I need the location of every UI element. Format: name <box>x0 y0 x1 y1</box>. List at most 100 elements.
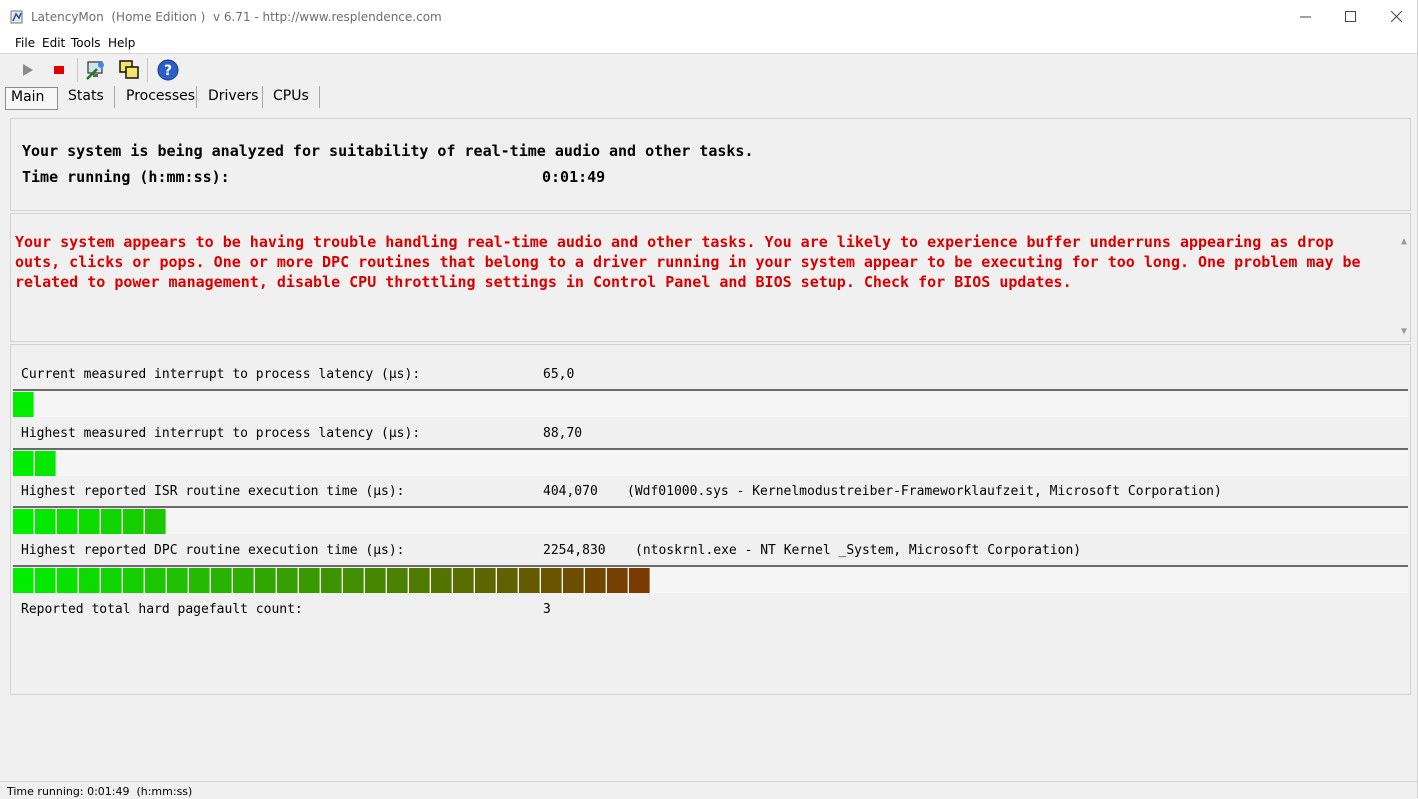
play-icon <box>23 64 33 76</box>
close-icon <box>1391 11 1403 23</box>
bar-fill <box>13 568 650 593</box>
metric-value: 2254,830 <box>543 543 606 558</box>
help-button[interactable]: ? <box>156 58 180 82</box>
bar-segment <box>409 568 430 593</box>
bar-segment <box>35 509 56 534</box>
bar-segment <box>211 568 232 593</box>
toolbar-separator <box>77 58 78 82</box>
dpc-bar <box>13 565 1408 593</box>
bar-segment <box>13 451 34 476</box>
bar-segment <box>475 568 496 593</box>
bar-segment <box>79 509 100 534</box>
metric-label: Highest reported ISR routine execution t… <box>21 484 405 499</box>
bar-segment <box>431 568 452 593</box>
scroll-down-icon[interactable]: ▼ <box>1401 326 1407 337</box>
bar-segment <box>255 568 276 593</box>
tab-strip: Main Stats Processes Drivers CPUs <box>0 84 1418 110</box>
maximize-button[interactable] <box>1328 0 1374 34</box>
minimize-button[interactable] <box>1283 0 1329 34</box>
warning-panel: Your system appears to be having trouble… <box>10 213 1411 342</box>
menu-help[interactable]: Help <box>108 36 135 50</box>
bar-segment <box>563 568 584 593</box>
status-bar: Time running: 0:01:49 (h:mm:ss) <box>0 781 1418 799</box>
tab-main[interactable]: Main <box>5 87 58 110</box>
windows-button[interactable] <box>117 58 141 82</box>
toolbar: ? <box>0 54 1418 84</box>
scroll-up-icon[interactable]: ▲ <box>1401 236 1407 247</box>
tab-cpus[interactable]: CPUs <box>273 87 309 108</box>
app-icon <box>10 10 23 24</box>
stop-button[interactable] <box>47 58 71 82</box>
bar-segment <box>35 568 56 593</box>
metric-label: Highest measured interrupt to process la… <box>21 426 421 441</box>
bar-segment <box>277 568 298 593</box>
help-icon: ? <box>157 59 179 81</box>
bar-fill <box>13 451 56 476</box>
start-button[interactable] <box>16 58 40 82</box>
bar-segment <box>123 568 144 593</box>
tab-separator <box>319 86 320 108</box>
menu-file[interactable]: File <box>15 36 35 50</box>
metric-detail: (ntoskrnl.exe - NT Kernel _System, Micro… <box>635 543 1082 558</box>
bar-fill <box>13 509 166 534</box>
minimize-icon <box>1300 16 1311 18</box>
bar-segment <box>145 509 166 534</box>
latency-bar <box>13 448 1408 476</box>
windows-icon <box>119 60 139 79</box>
bar-segment <box>343 568 364 593</box>
bar-segment <box>519 568 540 593</box>
bar-segment <box>13 568 34 593</box>
monitor-icon <box>86 61 104 80</box>
metric-value: 88,70 <box>543 426 583 441</box>
metric-label: Highest reported DPC routine execution t… <box>21 543 405 558</box>
menu-tools[interactable]: Tools <box>71 36 101 50</box>
bar-segment <box>541 568 562 593</box>
warning-message: Your system appears to be having trouble… <box>15 233 1361 291</box>
bar-segment <box>167 568 188 593</box>
bar-segment <box>453 568 474 593</box>
tab-separator <box>196 86 197 108</box>
bar-segment <box>321 568 342 593</box>
metric-value: 404,070 <box>543 484 598 499</box>
bar-segment <box>101 568 122 593</box>
tab-separator <box>114 86 115 108</box>
toolbar-separator <box>147 58 148 82</box>
bar-segment <box>79 568 100 593</box>
bar-segment <box>585 568 606 593</box>
tab-stats[interactable]: Stats <box>68 87 104 108</box>
bar-segment <box>35 451 56 476</box>
svg-text:?: ? <box>164 63 172 79</box>
bar-segment <box>13 509 34 534</box>
bar-segment <box>57 509 78 534</box>
bar-segment <box>189 568 210 593</box>
bar-segment <box>299 568 320 593</box>
monitor-button[interactable] <box>84 58 108 82</box>
bar-segment <box>57 568 78 593</box>
bar-segment <box>497 568 518 593</box>
bar-segment <box>13 392 34 417</box>
maximize-icon <box>1345 11 1356 22</box>
menu-edit[interactable]: Edit <box>42 36 65 50</box>
pagefault-value: 3 <box>543 602 551 617</box>
bar-segment <box>101 509 122 534</box>
tab-processes[interactable]: Processes <box>126 87 195 108</box>
time-running-value: 0:01:49 <box>542 168 606 186</box>
menu-bar: File Edit Tools Help <box>0 34 1418 54</box>
tab-separator <box>262 86 263 108</box>
isr-bar <box>13 506 1408 534</box>
bar-fill <box>13 392 34 417</box>
bar-segment <box>629 568 650 593</box>
close-button[interactable] <box>1374 0 1418 34</box>
metric-label: Current measured interrupt to process la… <box>21 367 421 382</box>
metrics-panel: Current measured interrupt to process la… <box>10 344 1411 695</box>
analysis-panel: Your system is being analyzed for suitab… <box>10 118 1411 211</box>
metric-detail: (Wdf01000.sys - Kernelmodustreiber-Frame… <box>627 484 1222 499</box>
analysis-text: Your system is being analyzed for suitab… <box>22 142 754 160</box>
metric-value: 65,0 <box>543 367 575 382</box>
tab-drivers[interactable]: Drivers <box>208 87 258 108</box>
status-text: Time running: 0:01:49 (h:mm:ss) <box>7 785 193 798</box>
stop-icon <box>54 66 64 74</box>
time-running-label: Time running (h:mm:ss): <box>22 168 230 186</box>
bar-segment <box>387 568 408 593</box>
bar-segment <box>123 509 144 534</box>
